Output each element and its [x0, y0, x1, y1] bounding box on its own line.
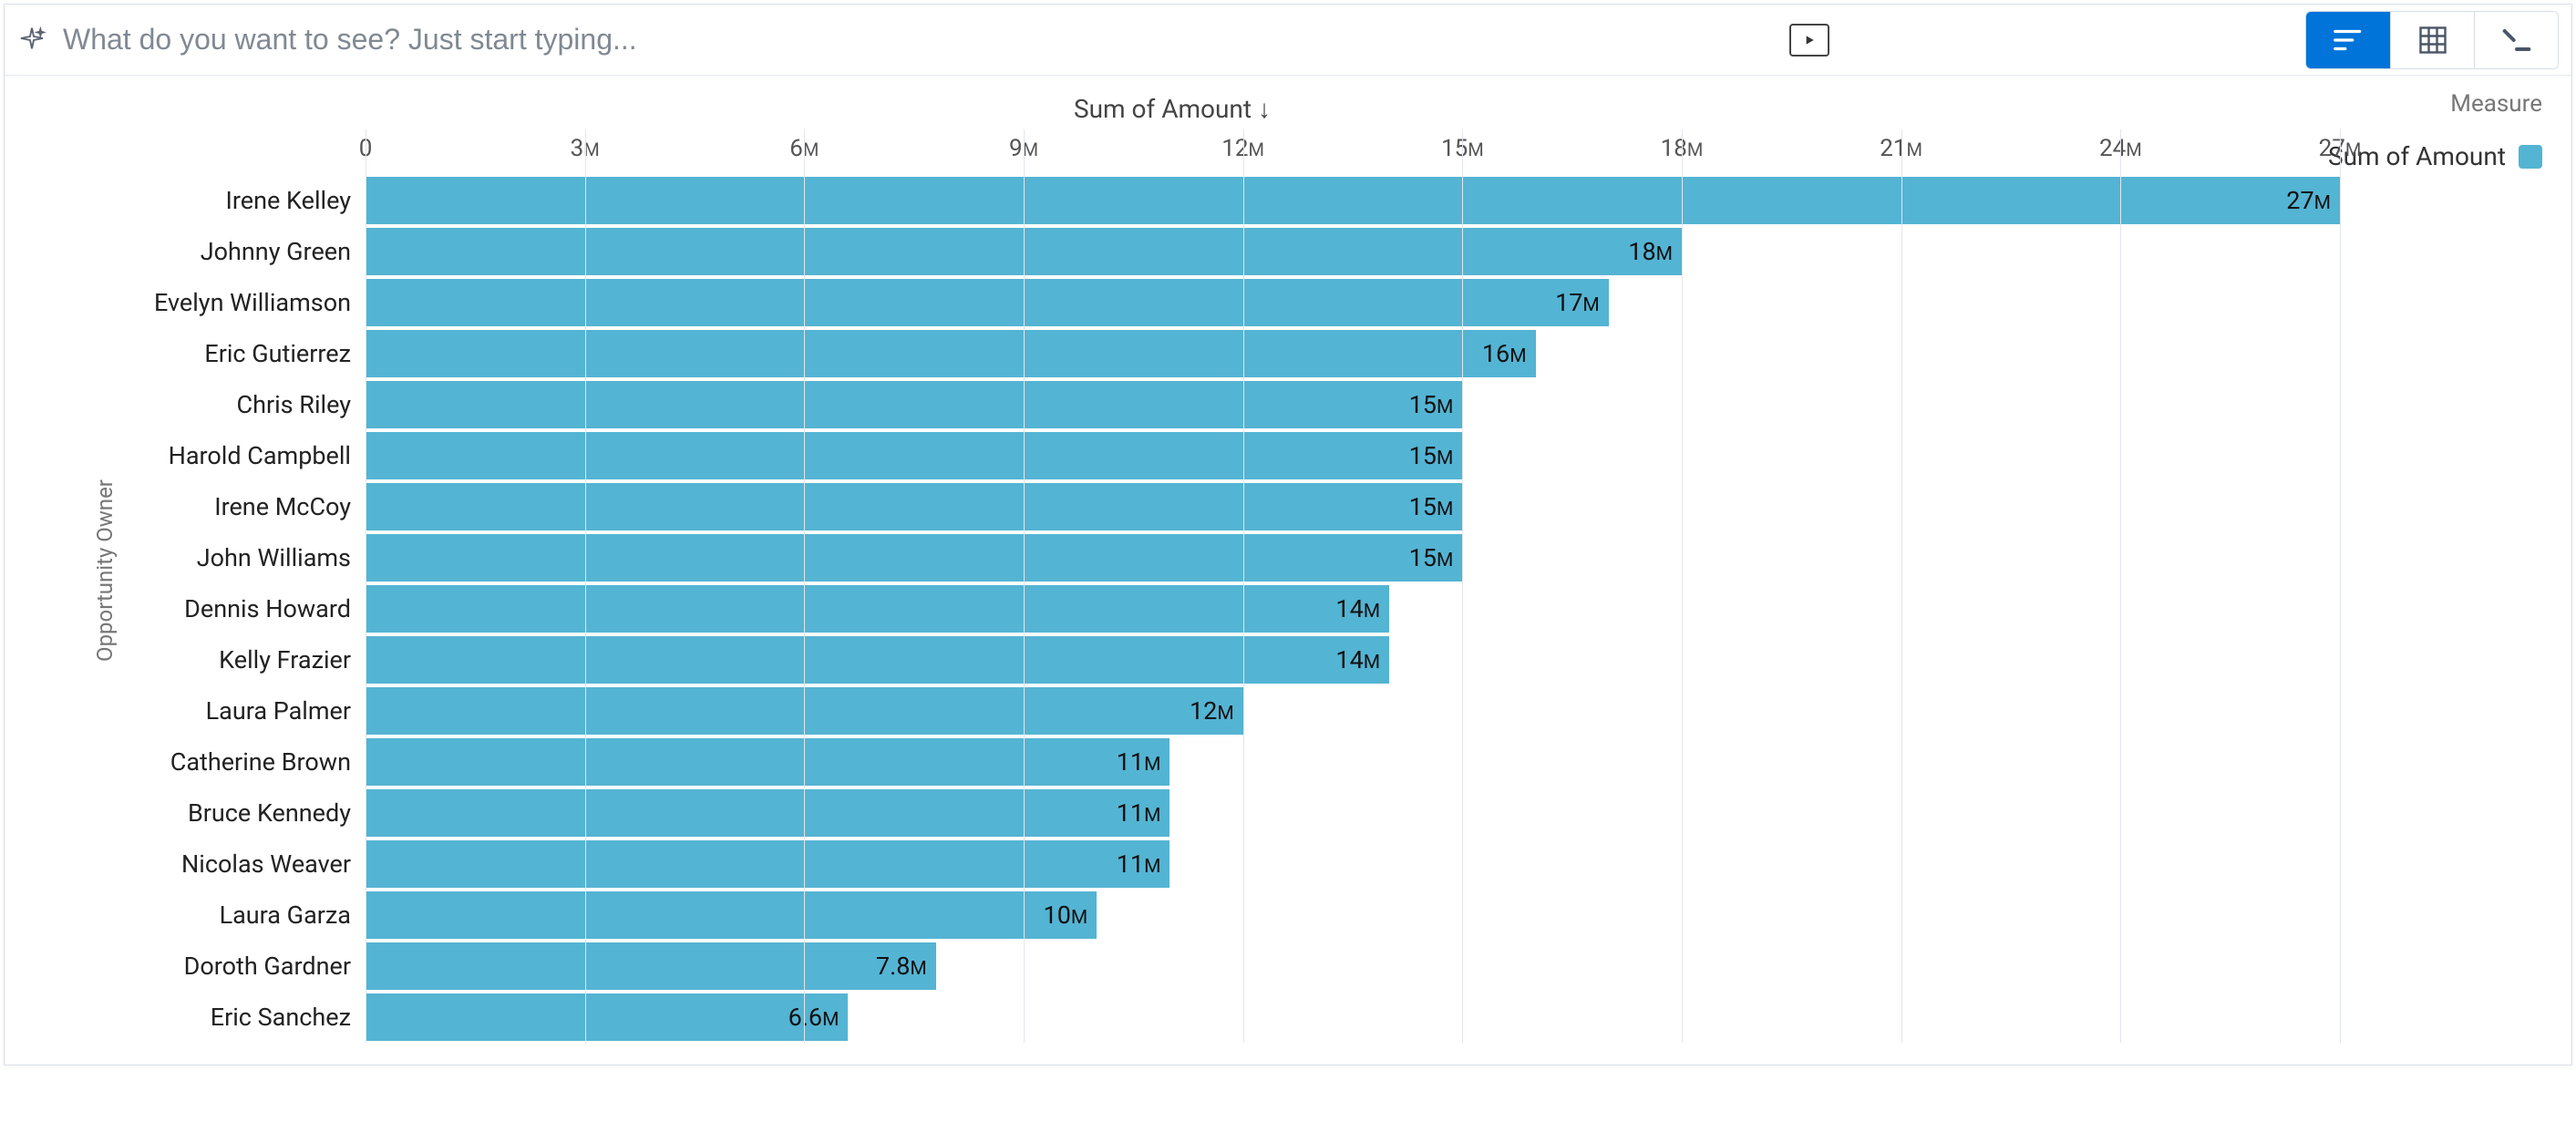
bar-value-label: 6.6M — [788, 1003, 840, 1032]
app-frame: Sum of Amount ↓ Measure Sum of Amount Op… — [4, 4, 2572, 1065]
bar-value-label: 15M — [1409, 492, 1454, 521]
bar-row: 14M — [366, 634, 2340, 685]
bar-value-label: 15M — [1409, 441, 1454, 470]
bar[interactable]: 27M — [366, 177, 2340, 224]
category-label[interactable]: John Williams — [57, 532, 366, 583]
bar-value-label: 10M — [1044, 901, 1088, 930]
chart-body: Irene KelleyJohnny GreenEvelyn Williamso… — [57, 129, 2571, 1043]
view-mode-toggle — [2305, 11, 2559, 69]
bar-area: 27M 18M 17M 16M 15M 15M 15M 15M 14M 14M 12M 11M 11M 1… — [366, 175, 2340, 1043]
bar-row: 16M — [366, 328, 2340, 379]
bar-value-label: 12M — [1190, 696, 1234, 726]
bar[interactable]: 10M — [366, 891, 1097, 939]
bar-value-label: 14M — [1335, 645, 1380, 674]
bar-value-label: 11M — [1117, 849, 1161, 879]
bar[interactable]: 15M — [366, 381, 1462, 428]
bar[interactable]: 6.6M — [366, 993, 848, 1041]
nlq-input[interactable] — [52, 13, 1784, 67]
bar-row: 7.8M — [366, 941, 2340, 992]
category-label[interactable]: Irene Kelley — [57, 175, 366, 226]
bar[interactable]: 7.8M — [366, 942, 936, 990]
gridline — [1901, 129, 1902, 1043]
bar-row: 11M — [366, 839, 2340, 890]
category-label[interactable]: Harold Campbell — [57, 430, 366, 481]
bar-value-label: 11M — [1117, 747, 1161, 777]
category-label[interactable]: Catherine Brown — [57, 736, 366, 787]
category-label[interactable]: Evelyn Williamson — [57, 277, 366, 328]
bar[interactable]: 11M — [366, 738, 1170, 786]
category-label[interactable]: Bruce Kennedy — [57, 787, 366, 839]
bar-row: 15M — [366, 481, 2340, 532]
run-query-button[interactable] — [1789, 24, 1829, 57]
query-topbar — [5, 5, 2571, 76]
bar[interactable]: 16M — [366, 330, 1536, 377]
bar-row: 14M — [366, 583, 2340, 634]
table-view-button[interactable] — [2390, 12, 2474, 68]
bar-value-label: 7.8M — [876, 952, 927, 981]
gridline — [2120, 129, 2121, 1043]
gridline — [2340, 129, 2341, 1043]
gridline — [1024, 129, 1025, 1043]
category-label[interactable]: Eric Gutierrez — [57, 328, 366, 379]
bar-row: 6.6M — [366, 992, 2340, 1043]
bar-value-label: 17M — [1555, 288, 1600, 317]
bar-row: 15M — [366, 430, 2340, 481]
bar[interactable]: 15M — [366, 483, 1462, 530]
bar-row: 11M — [366, 787, 2340, 839]
saql-view-button[interactable] — [2474, 12, 2558, 68]
bar-value-label: 15M — [1409, 390, 1454, 419]
bar[interactable]: 14M — [366, 636, 1389, 684]
bar-row: 17M — [366, 277, 2340, 328]
bar-row: 10M — [366, 890, 2340, 941]
bar-value-label: 18M — [1628, 237, 1673, 266]
chart-container: Sum of Amount ↓ Measure Sum of Amount Op… — [5, 76, 2571, 1065]
gridline — [585, 129, 586, 1043]
gridline — [1682, 129, 1683, 1043]
chart-view-button[interactable] — [2306, 12, 2390, 68]
bar[interactable]: 15M — [366, 534, 1462, 582]
category-label[interactable]: Nicolas Weaver — [57, 839, 366, 890]
gridline — [1243, 129, 1244, 1043]
gridline — [804, 129, 805, 1043]
category-label[interactable]: Eric Sanchez — [57, 992, 366, 1043]
bar-row: 15M — [366, 532, 2340, 583]
bar-value-label: 16M — [1482, 339, 1527, 368]
bar-value-label: 14M — [1335, 594, 1380, 623]
plot-grid: 03M6M9M12M15M18M21M24M27M 27M 18M 17M 16M 15… — [366, 129, 2340, 1043]
bar[interactable]: 11M — [366, 789, 1170, 837]
bar-row: 18M — [366, 226, 2340, 277]
category-label[interactable]: Johnny Green — [57, 226, 366, 277]
category-label[interactable]: Laura Palmer — [57, 685, 366, 736]
bar-value-label: 27M — [2286, 186, 2331, 215]
category-label[interactable]: Dennis Howard — [57, 583, 366, 634]
bar-row: 15M — [366, 379, 2340, 430]
bar[interactable]: 11M — [366, 840, 1170, 888]
bar[interactable]: 14M — [366, 585, 1389, 633]
category-labels: Irene KelleyJohnny GreenEvelyn Williamso… — [57, 129, 366, 1043]
category-label[interactable]: Chris Riley — [57, 379, 366, 430]
sparkle-icon — [12, 20, 52, 60]
bar-row: 27M — [366, 175, 2340, 226]
bar[interactable]: 17M — [366, 279, 1609, 326]
chart-title: Sum of Amount ↓ — [5, 94, 2340, 124]
bar-row: 12M — [366, 685, 2340, 736]
x-axis-ticks: 03M6M9M12M15M18M21M24M27M — [366, 129, 2340, 175]
bar-row: 11M — [366, 736, 2340, 787]
bar-value-label: 11M — [1117, 798, 1161, 828]
bar[interactable]: 15M — [366, 432, 1462, 479]
gridline — [1462, 129, 1463, 1043]
category-label[interactable]: Doroth Gardner — [57, 941, 366, 992]
category-label[interactable]: Irene McCoy — [57, 481, 366, 532]
category-label[interactable]: Laura Garza — [57, 890, 366, 941]
legend-title: Measure — [2328, 90, 2542, 118]
category-label[interactable]: Kelly Frazier — [57, 634, 366, 685]
bar-value-label: 15M — [1409, 543, 1454, 572]
